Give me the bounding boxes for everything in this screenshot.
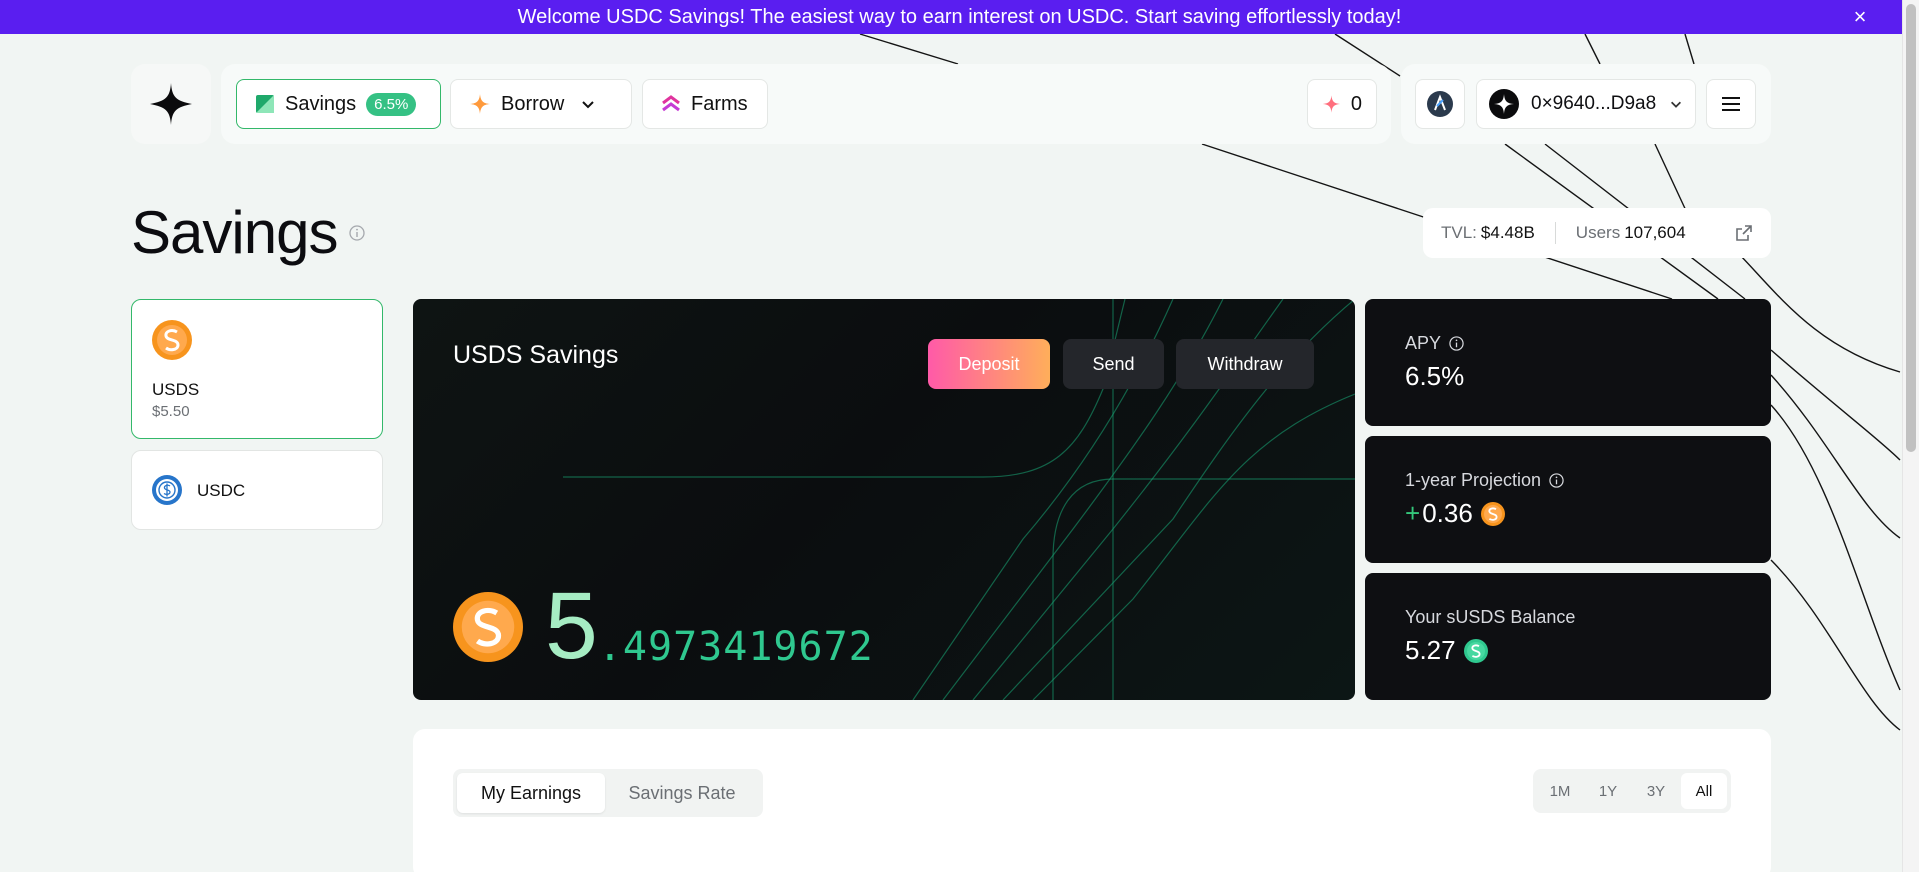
points-sparkle-icon xyxy=(1322,95,1341,113)
range-1m[interactable]: 1M xyxy=(1537,773,1583,809)
balance-fraction: .4973419672 xyxy=(597,624,874,670)
points-button[interactable]: 0 xyxy=(1307,79,1377,129)
nav-farms-button[interactable]: Farms xyxy=(642,79,768,129)
account-nav: 0×9640...D9a8 xyxy=(1401,64,1771,144)
susds-label: Your sUSDS Balance xyxy=(1405,607,1576,627)
apy-label: APY xyxy=(1405,333,1442,353)
scrollbar-thumb[interactable] xyxy=(1906,4,1916,452)
scrollbar[interactable] xyxy=(1902,0,1919,872)
projection-sign: + xyxy=(1405,498,1421,528)
users-label: Users xyxy=(1575,223,1621,242)
deposit-button[interactable]: Deposit xyxy=(928,339,1050,389)
banner-text: Welcome USDC Savings! The easiest way to… xyxy=(517,5,1402,28)
savings-balance-card: USDS Savings Deposit Send Withdraw 5 .49… xyxy=(413,299,1355,700)
range-3y[interactable]: 3Y xyxy=(1633,773,1679,809)
main-nav: Savings 6.5% Borrow Farms 0 xyxy=(221,64,1391,144)
network-button[interactable] xyxy=(1415,79,1465,129)
nav-farms-label: Farms xyxy=(691,92,748,115)
protocol-stats: TVL: $4.48B Users 107,604 xyxy=(1423,208,1771,258)
close-icon[interactable]: × xyxy=(1843,0,1877,34)
savings-apy-badge: 6.5% xyxy=(366,92,417,116)
info-icon[interactable] xyxy=(1449,336,1464,351)
menu-button[interactable] xyxy=(1706,79,1756,129)
card-title: USDS Savings xyxy=(453,341,619,369)
sparkle-icon xyxy=(470,94,490,114)
projection-card: 1-year Projection + 0.36 xyxy=(1365,436,1771,563)
token-symbol: USDS xyxy=(152,380,200,399)
usds-coin-icon xyxy=(152,320,192,360)
apy-value: 6.5% xyxy=(1405,361,1465,391)
usds-coin-icon xyxy=(453,592,523,662)
savings-icon xyxy=(256,95,274,113)
projection-label: 1-year Projection xyxy=(1405,470,1542,490)
usds-coin-icon xyxy=(1480,501,1505,526)
token-symbol: USDC xyxy=(197,481,246,500)
divider xyxy=(1554,222,1556,244)
chevron-down-icon xyxy=(582,101,595,109)
token-item-usds[interactable]: USDS $5.50 xyxy=(131,299,383,439)
chart-panel: My Earnings Savings Rate 1M 1Y 3Y All xyxy=(413,729,1771,872)
external-link-icon[interactable] xyxy=(1735,224,1753,242)
chevron-down-icon xyxy=(1671,101,1681,108)
usdc-coin-icon xyxy=(152,475,182,505)
announcement-banner: Welcome USDC Savings! The easiest way to… xyxy=(0,0,1919,34)
logo[interactable] xyxy=(131,64,211,144)
tvl-value: $4.48B xyxy=(1480,223,1535,242)
tab-savings-rate[interactable]: Savings Rate xyxy=(605,773,759,813)
range-all[interactable]: All xyxy=(1681,773,1727,809)
apy-card: APY 6.5% xyxy=(1365,299,1771,426)
info-icon[interactable] xyxy=(349,225,365,241)
wallet-address: 0×9640...D9a8 xyxy=(1531,93,1657,114)
susds-value: 5.27 xyxy=(1405,635,1456,665)
hamburger-menu-icon xyxy=(1722,97,1740,111)
token-value: $5.50 xyxy=(152,403,190,420)
susds-balance-card: Your sUSDS Balance 5.27 xyxy=(1365,573,1771,700)
chart-tabs: My Earnings Savings Rate xyxy=(453,769,763,817)
nav-borrow-label: Borrow xyxy=(501,92,565,115)
time-range-selector: 1M 1Y 3Y All xyxy=(1533,769,1731,813)
susds-coin-icon xyxy=(1463,638,1488,663)
info-icon[interactable] xyxy=(1549,473,1564,488)
range-1y[interactable]: 1Y xyxy=(1585,773,1631,809)
tab-my-earnings[interactable]: My Earnings xyxy=(457,773,605,813)
projection-value: 0.36 xyxy=(1422,498,1473,528)
farms-icon xyxy=(662,95,680,112)
wallet-button[interactable]: 0×9640...D9a8 xyxy=(1476,79,1696,129)
withdraw-button[interactable]: Withdraw xyxy=(1176,339,1314,389)
token-item-usdc[interactable]: USDC xyxy=(131,450,383,530)
users-value: 107,604 xyxy=(1624,223,1686,242)
nav-savings-label: Savings xyxy=(285,92,357,115)
balance-display: 5 .4973419672 xyxy=(453,579,874,674)
balance-integer: 5 xyxy=(545,573,598,679)
star-logo-icon xyxy=(150,83,192,125)
nav-savings-button[interactable]: Savings 6.5% xyxy=(236,79,441,129)
network-icon xyxy=(1427,91,1453,117)
send-button[interactable]: Send xyxy=(1063,339,1164,389)
tvl-label: TVL: xyxy=(1441,223,1477,242)
points-count: 0 xyxy=(1350,92,1362,115)
wallet-avatar-icon xyxy=(1489,89,1519,119)
nav-borrow-button[interactable]: Borrow xyxy=(450,79,632,129)
page-title: Savings xyxy=(131,199,338,266)
